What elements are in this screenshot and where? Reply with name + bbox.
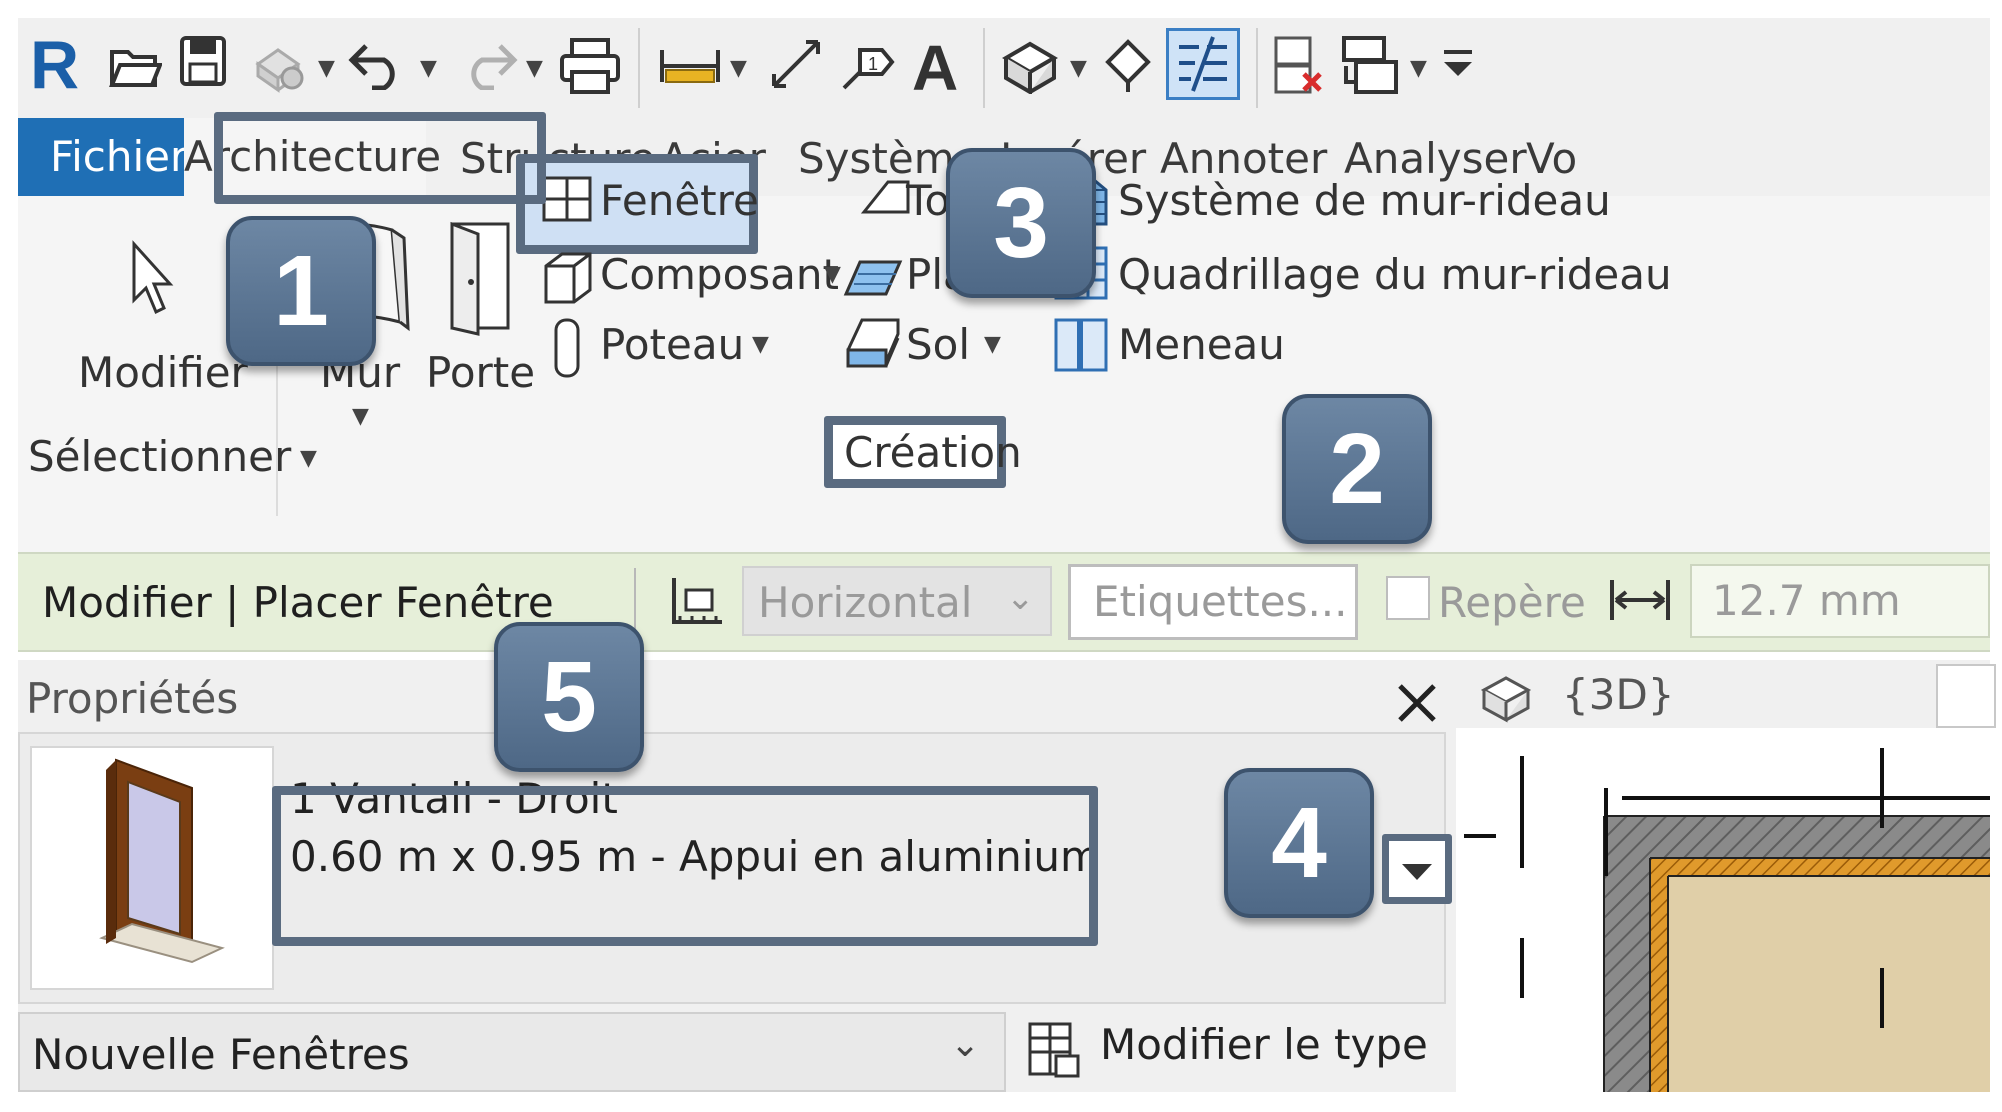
window-icon [542, 176, 592, 222]
view-tab-next[interactable] [1936, 664, 1996, 728]
door-icon[interactable] [438, 218, 518, 338]
orientation-value: Horizontal [758, 578, 973, 627]
wall-dropdown-icon[interactable]: ▼ [352, 404, 369, 429]
triangle-down-icon [1402, 864, 1432, 880]
floor-button-label[interactable]: Sol [906, 320, 970, 369]
3d-view-icon[interactable] [998, 36, 1062, 94]
options-bar: Modifier | Placer Fenêtre Horizontal ⌄ E… [18, 552, 1990, 652]
qat-separator [1256, 28, 1258, 108]
callout-badge-5: 5 [494, 622, 644, 772]
sync-icon[interactable] [248, 34, 308, 94]
door-button-label[interactable]: Porte [426, 348, 535, 397]
measure-icon[interactable] [658, 44, 722, 88]
properties-title: Propriétés [26, 674, 239, 723]
thin-lines-button[interactable] [1166, 28, 1240, 100]
callout-badge-3: 3 [946, 148, 1096, 298]
instance-filter-value: Nouvelle Fenêtres [32, 1030, 410, 1079]
curtain-grid-button-label[interactable]: Quadrillage du mur-rideau [1118, 250, 1672, 299]
ceiling-icon[interactable] [842, 248, 904, 304]
view-tab-bar [1456, 660, 1990, 728]
section-icon[interactable] [1100, 36, 1156, 94]
measure-dropdown-icon[interactable]: ▼ [730, 56, 747, 81]
open-icon[interactable] [108, 38, 162, 92]
length-input[interactable]: 12.7 mm [1690, 564, 1990, 638]
curtain-system-button-label[interactable]: Système de mur-rideau [1118, 176, 1611, 225]
3d-view-tab-icon [1480, 676, 1532, 723]
qat-separator [638, 28, 640, 108]
length-value: 12.7 mm [1712, 576, 1901, 625]
dimension-icon[interactable] [766, 34, 826, 94]
leader-label: Repère [1438, 578, 1586, 627]
sync-dropdown-icon[interactable]: ▼ [318, 56, 335, 81]
redo-icon[interactable] [458, 40, 518, 90]
select-panel-label[interactable]: Sélectionner [28, 432, 291, 481]
component-button-label[interactable]: Composant [600, 250, 839, 299]
view-tab-3d[interactable]: {3D} [1562, 670, 1675, 719]
undo-dropdown-icon[interactable]: ▼ [420, 56, 437, 81]
revit-logo-icon[interactable]: R [28, 28, 84, 98]
architecture-tab-highlight [214, 112, 546, 204]
build-panel-label[interactable]: Création [844, 428, 1022, 477]
tags-button[interactable]: Etiquettes... [1068, 564, 1358, 640]
3d-view-dropdown-icon[interactable]: ▼ [1070, 56, 1087, 81]
close-icon[interactable] [1394, 680, 1440, 726]
mullion-icon[interactable] [1052, 316, 1112, 376]
thin-lines-icon [1179, 36, 1227, 92]
chevron-down-icon: ⌄ [1006, 578, 1035, 618]
svg-text:A: A [912, 32, 958, 98]
orientation-select[interactable]: Horizontal ⌄ [742, 566, 1052, 636]
column-button-label[interactable]: Poteau [600, 320, 744, 369]
tags-button-label: Etiquettes... [1093, 577, 1348, 626]
window-button-label: Fenêtre [600, 176, 759, 225]
qat-separator [983, 28, 985, 108]
callout-badge-1: 1 [226, 216, 376, 366]
modify-button-label[interactable]: Modifier [78, 348, 248, 397]
tag-icon[interactable]: 1 [838, 34, 900, 94]
component-icon[interactable] [538, 248, 598, 308]
column-dropdown-icon[interactable]: ▼ [752, 332, 769, 357]
modify-cursor-icon[interactable] [126, 240, 176, 320]
callout-badge-2: 2 [1282, 394, 1432, 544]
undo-icon[interactable] [348, 40, 408, 90]
mullion-button-label[interactable]: Meneau [1118, 320, 1285, 369]
length-icon [1610, 580, 1670, 620]
type-name-highlight [272, 786, 1098, 946]
redo-dropdown-icon[interactable]: ▼ [526, 56, 543, 81]
print-icon[interactable] [558, 36, 622, 96]
leader-checkbox[interactable] [1386, 576, 1430, 620]
orientation-icon [672, 578, 722, 624]
floor-dropdown-icon[interactable]: ▼ [984, 332, 1001, 357]
quick-access-toolbar: R ▼ ▼ ▼ ▼ 1 A ▼ ▼ [18, 18, 1990, 118]
switch-windows-dropdown-icon[interactable]: ▼ [1410, 56, 1427, 81]
options-separator [634, 568, 636, 632]
edit-type-label: Modifier le type [1100, 1020, 1428, 1069]
column-icon[interactable] [548, 316, 588, 380]
svg-text:1: 1 [868, 54, 878, 74]
customize-qat-icon[interactable] [1438, 46, 1478, 82]
context-label: Modifier | Placer Fenêtre [42, 578, 554, 627]
edit-type-icon [1028, 1022, 1080, 1078]
switch-windows-icon[interactable] [1338, 32, 1402, 98]
save-icon[interactable] [178, 34, 228, 90]
floor-plan-drawing [1464, 748, 1990, 1092]
type-preview-frame [30, 746, 274, 990]
instance-filter-select[interactable]: Nouvelle Fenêtres ⌄ [18, 1012, 1006, 1092]
chevron-down-icon: ⌄ [950, 1024, 981, 1065]
drawing-area: {3D} [1456, 660, 1996, 1092]
svg-text:R: R [30, 28, 79, 98]
callout-badge-4: 4 [1224, 768, 1374, 918]
window-preview-icon [99, 758, 225, 964]
select-dropdown-icon[interactable]: ▼ [300, 446, 317, 471]
close-hidden-icon[interactable] [1270, 32, 1326, 98]
component-dropdown-icon[interactable]: ▼ [824, 262, 841, 287]
edit-type-button[interactable]: Modifier le type [1016, 1012, 1446, 1092]
floor-icon[interactable] [842, 314, 904, 378]
text-icon[interactable]: A [908, 32, 968, 98]
